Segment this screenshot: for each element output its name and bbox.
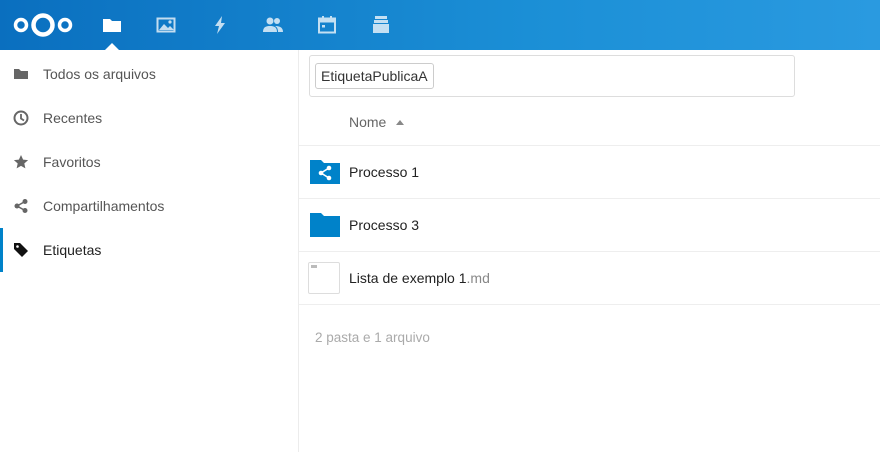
file-basename: Lista de exemplo 1 (349, 270, 467, 286)
sidebar: Todos os arquivos Recentes Favoritos Com… (0, 50, 299, 452)
calendar-app-button[interactable] (312, 10, 342, 40)
file-name: Processo 1 (349, 164, 420, 180)
folder-icon (309, 209, 341, 241)
sidebar-item-label: Favoritos (43, 154, 101, 170)
file-row-processo-1[interactable]: Processo 1 (299, 146, 880, 199)
tag-chip[interactable]: EtiquetaPublicaA (315, 63, 434, 89)
file-extension: .md (466, 270, 490, 286)
file-name: Processo 3 (349, 217, 420, 233)
file-list-area: EtiquetaPublicaA Nome Processo 1 Process… (299, 50, 880, 452)
sort-ascending-icon (396, 120, 404, 125)
share-icon (13, 198, 29, 214)
contacts-icon (263, 17, 283, 32)
top-header (0, 0, 880, 50)
clock-icon (13, 110, 29, 126)
shared-folder-icon (309, 156, 341, 188)
file-row-processo-3[interactable]: Processo 3 (299, 199, 880, 252)
folder-icon (103, 19, 121, 32)
lightning-icon (215, 16, 225, 34)
activity-app-button[interactable] (205, 10, 235, 40)
sidebar-item-label: Etiquetas (43, 242, 102, 258)
sidebar-item-favorites[interactable]: Favoritos (0, 140, 298, 184)
calendar-icon (318, 16, 336, 34)
stack-icon (373, 16, 389, 33)
tag-filter-input[interactable]: EtiquetaPublicaA (309, 55, 795, 97)
sidebar-item-recent[interactable]: Recentes (0, 96, 298, 140)
sidebar-item-label: Recentes (43, 110, 103, 126)
text-file-icon (308, 262, 340, 294)
tag-icon (13, 242, 29, 258)
image-icon (156, 17, 176, 33)
nextcloud-logo[interactable] (12, 11, 74, 39)
sidebar-item-label: Compartilhamentos (43, 198, 165, 214)
sidebar-item-label: Todos os arquivos (43, 66, 156, 82)
files-app-button[interactable] (97, 10, 127, 50)
sidebar-item-shares[interactable]: Compartilhamentos (0, 184, 298, 228)
file-count-summary: 2 pasta e 1 arquivo (315, 330, 430, 345)
file-list-header: Nome (299, 95, 880, 146)
file-name: Lista de exemplo 1.md (349, 270, 490, 286)
sidebar-item-tags[interactable]: Etiquetas (0, 228, 298, 272)
file-row-lista-de-exemplo[interactable]: Lista de exemplo 1.md (299, 252, 880, 305)
folder-icon (13, 66, 29, 82)
column-name-sort[interactable]: Nome (349, 114, 386, 130)
gallery-app-button[interactable] (151, 10, 181, 40)
deck-app-button[interactable] (366, 10, 396, 40)
star-icon (13, 154, 29, 170)
contacts-app-button[interactable] (258, 10, 288, 40)
sidebar-item-all-files[interactable]: Todos os arquivos (0, 52, 298, 96)
